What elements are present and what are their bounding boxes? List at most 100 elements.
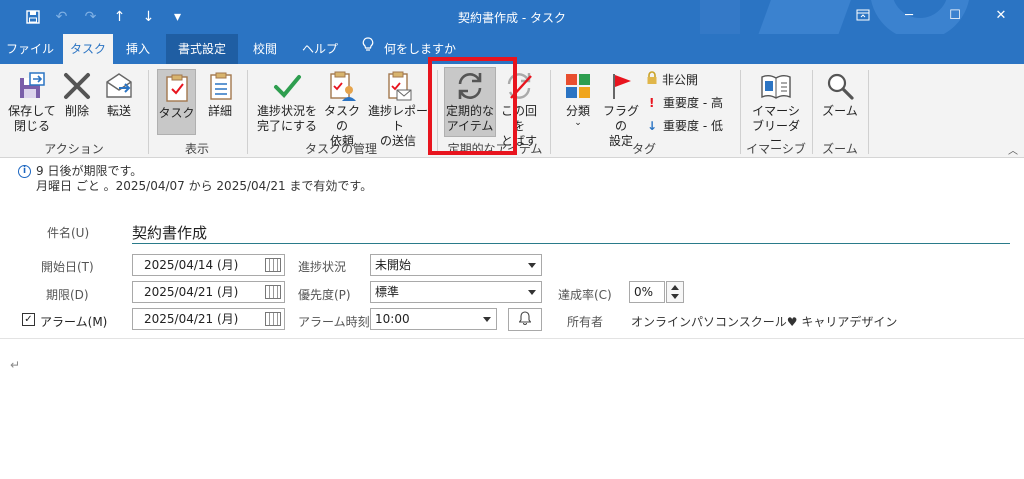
immersive-reader-button[interactable]: イマーシ ブリーダー	[747, 68, 805, 149]
group-label-manage-task: タスクの管理	[304, 142, 377, 156]
collapse-ribbon-icon[interactable]: ︿	[1008, 142, 1018, 157]
highlight-box	[428, 57, 517, 155]
info-bar: i 9 日後が期限です。 月曜日 ごと 。2025/04/07 から 2025/…	[18, 164, 372, 194]
subject-input[interactable]: 契約書作成	[132, 222, 207, 243]
ribbon-display-options-icon[interactable]	[840, 0, 886, 30]
calendar-icon[interactable]	[265, 312, 281, 326]
arrow-down-icon: ↓	[647, 118, 658, 133]
tab-task[interactable]: タスク	[63, 34, 113, 64]
priority-value: 標準	[375, 285, 400, 299]
reminder-date-field[interactable]: 2025/04/21 (月)	[132, 308, 285, 330]
lightbulb-icon	[362, 34, 374, 64]
priority-label: 優先度(P)	[298, 288, 351, 302]
exclamation-icon: !	[649, 95, 655, 110]
alarm-time-value: 10:00	[375, 312, 410, 326]
zoom-button[interactable]: ズーム	[818, 68, 862, 119]
assign-task-icon	[327, 68, 357, 104]
send-status-report-button[interactable]: 進捗レポート の送信	[364, 68, 432, 149]
task-icon	[164, 70, 190, 106]
chevron-down-icon	[483, 317, 491, 322]
reminder-sound-button[interactable]	[508, 308, 542, 331]
mark-complete-label: 進捗状況を 完了にする	[256, 104, 318, 133]
status-dropdown[interactable]: 未開始	[370, 254, 542, 276]
group-label-actions: アクション	[44, 142, 104, 156]
tab-help[interactable]: ヘルプ	[295, 34, 345, 64]
reminder-checkbox[interactable]: ✓	[22, 313, 35, 326]
calendar-icon[interactable]	[265, 285, 281, 299]
private-button[interactable]: 非公開	[646, 71, 698, 88]
tab-file[interactable]: ファイル	[4, 34, 56, 64]
window-controls: ─ ☐ ✕	[840, 0, 1024, 30]
info-recurrence-text: 月曜日 ごと 。2025/04/07 から 2025/04/21 まで有効です。	[36, 179, 373, 193]
forward-icon	[103, 68, 135, 104]
close-button[interactable]: ✕	[978, 0, 1024, 30]
delete-button[interactable]: 削除	[60, 68, 94, 119]
details-button[interactable]: 詳細	[202, 68, 238, 119]
owner-value: オンラインパソコンスクール♥ キャリアデザイン	[631, 315, 898, 329]
private-label: 非公開	[662, 73, 699, 87]
spinner-up-icon[interactable]	[671, 285, 679, 290]
show-task-label: タスク	[158, 106, 195, 120]
group-label-show: 表示	[184, 142, 209, 156]
bell-icon	[518, 311, 532, 328]
chevron-down-icon: ⌄	[574, 118, 582, 128]
chevron-down-icon	[528, 290, 536, 295]
tab-format[interactable]: 書式設定	[166, 34, 238, 64]
minimize-button[interactable]: ─	[886, 0, 932, 30]
due-date-field[interactable]: 2025/04/21 (月)	[132, 281, 285, 303]
delete-label: 削除	[64, 104, 89, 118]
tab-insert[interactable]: 挿入	[116, 34, 160, 64]
follow-up-button[interactable]: フラグの 設定	[600, 68, 642, 149]
forward-label: 転送	[106, 104, 131, 118]
body-separator	[0, 338, 1024, 339]
start-date-label: 開始日(T)	[41, 260, 94, 274]
save-and-close-button[interactable]: 保存して 閉じる	[8, 68, 56, 134]
subject-underline	[132, 243, 1010, 244]
maximize-button[interactable]: ☐	[932, 0, 978, 30]
info-icon: i	[18, 165, 31, 178]
details-icon	[206, 68, 234, 104]
delete-icon	[62, 68, 92, 104]
flag-icon	[608, 68, 634, 104]
spinner-down-icon[interactable]	[671, 294, 679, 299]
chevron-down-icon	[528, 263, 536, 268]
subject-label: 件名(U)	[47, 226, 90, 240]
reminder-label: アラーム(M)	[40, 315, 108, 329]
status-value: 未開始	[375, 258, 412, 272]
start-date-value: 2025/04/14 (月)	[144, 258, 239, 272]
group-label-tags: タグ	[631, 142, 656, 156]
group-label-immersive: イマーシブ	[746, 142, 806, 156]
percent-complete-label: 達成率(C)	[558, 288, 612, 302]
high-importance-button[interactable]: ! 重要度 - 高	[649, 94, 723, 111]
due-date-value: 2025/04/21 (月)	[144, 285, 239, 299]
show-task-button[interactable]: タスク	[157, 69, 196, 135]
details-label: 詳細	[207, 104, 232, 118]
start-date-field[interactable]: 2025/04/14 (月)	[132, 254, 285, 276]
group-separator	[148, 70, 149, 154]
low-importance-button[interactable]: ↓ 重要度 - 低	[647, 117, 723, 134]
info-due-text: 9 日後が期限です。	[36, 164, 143, 178]
group-separator	[868, 70, 869, 154]
status-label: 進捗状況	[298, 260, 347, 274]
save-close-icon	[16, 68, 48, 104]
categorize-label: 分類	[565, 104, 590, 118]
group-label-zoom: ズーム	[822, 142, 858, 156]
percent-complete-input[interactable]: 0%	[629, 281, 665, 303]
categorize-button[interactable]: 分類 ⌄	[558, 68, 598, 128]
categorize-icon	[564, 68, 592, 104]
group-separator	[247, 70, 248, 154]
alarm-time-dropdown[interactable]: 10:00	[370, 308, 497, 330]
reminder-date-value: 2025/04/21 (月)	[144, 312, 239, 326]
percent-spinner[interactable]	[666, 281, 684, 303]
forward-button[interactable]: 転送	[100, 68, 138, 119]
calendar-icon[interactable]	[265, 258, 281, 272]
tab-review[interactable]: 校閲	[244, 34, 286, 64]
status-report-icon	[383, 68, 413, 104]
mark-complete-button[interactable]: 進捗状況を 完了にする	[254, 68, 320, 134]
assign-task-button[interactable]: タスクの 依頼	[320, 68, 364, 149]
checkmark-icon	[272, 68, 302, 104]
lock-icon	[646, 71, 658, 88]
priority-dropdown[interactable]: 標準	[370, 281, 542, 303]
due-date-label: 期限(D)	[46, 288, 89, 302]
zoom-label: ズーム	[822, 104, 858, 118]
